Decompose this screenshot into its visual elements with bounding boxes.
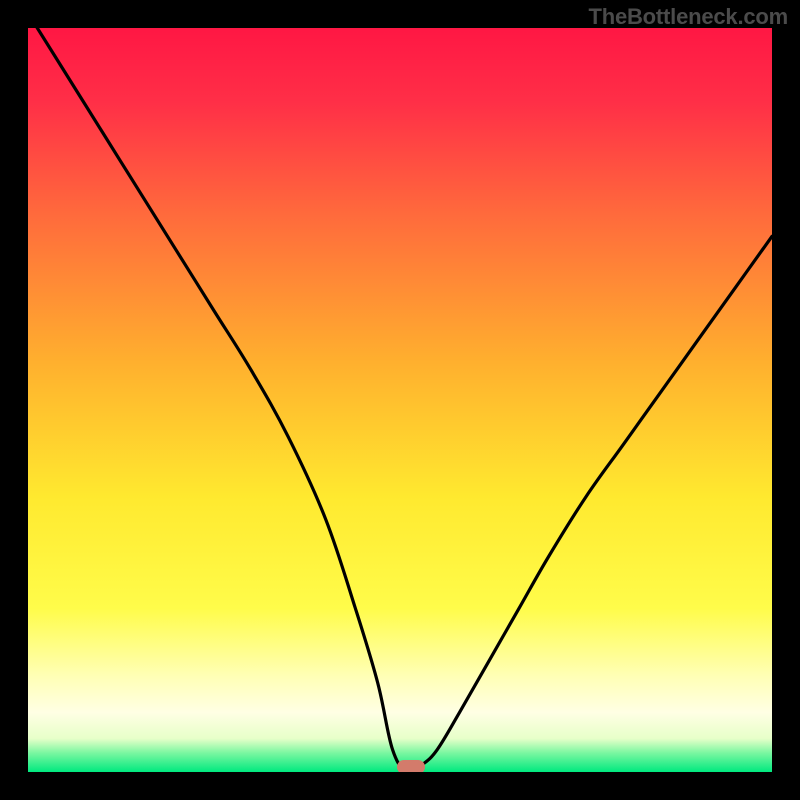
chart-frame: TheBottleneck.com: [0, 0, 800, 800]
optimal-marker: [397, 760, 425, 772]
plot-area: [28, 28, 772, 772]
watermark: TheBottleneck.com: [588, 4, 788, 30]
bottleneck-curve: [28, 28, 772, 772]
